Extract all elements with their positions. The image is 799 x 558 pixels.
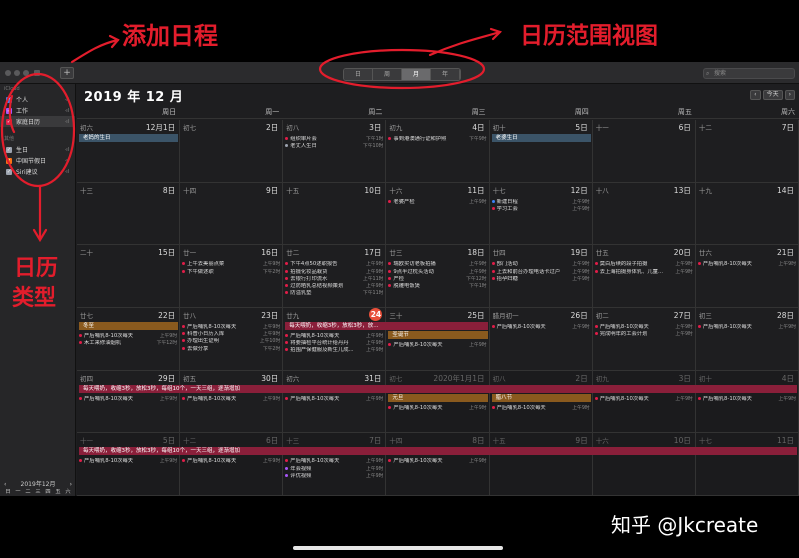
watermark: 知乎 @Jkcreate [611, 513, 759, 537]
annotation-arrow-range [428, 30, 502, 57]
annotation-circle-view-switcher [318, 48, 486, 90]
annotation-marks [0, 27, 503, 243]
home-indicator[interactable] [293, 546, 503, 550]
annotation-tick [8, 94, 16, 134]
annotation-arrow-add [70, 38, 120, 64]
